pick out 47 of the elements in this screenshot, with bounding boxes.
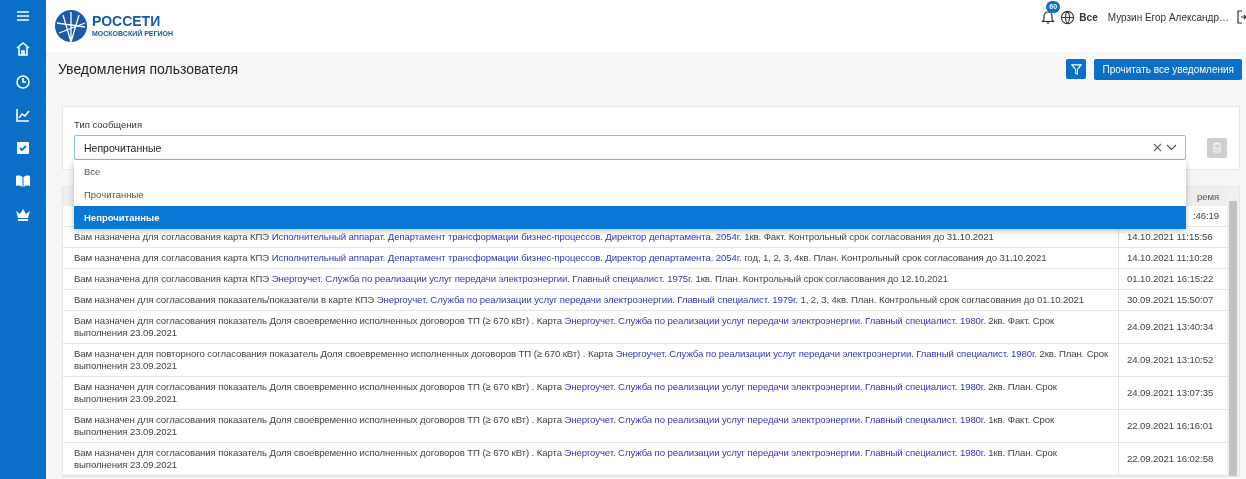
column-header[interactable]: ремя	[1196, 191, 1219, 202]
field-label: Тип сообщения	[74, 119, 143, 130]
card-link[interactable]: Энергоучет. Служба по реализации услуг передачи электроэнергии. Главный специалист. 1980г.	[564, 381, 986, 392]
brand-name: РОССЕТИ	[92, 14, 162, 29]
card-link[interactable]: Энергоучет. Служба по реализации услуг передачи электроэнергии. Главный специалист. 1975г.	[271, 273, 693, 284]
message-cell: Вам назначен для согласования показатель Доля своевременно исполненных договоров ТП (≥ 670 кВт) . Карта Энергоучет. Служба по реализации услуг передачи электроэнергии. Главный специалист. 1980г. 1кв. Факт. Срок выполнения 23.09.2021	[63, 409, 1119, 443]
message-cell: Вам назначена для согласования карта КПЭ Исполнительный аппарат. Департамент трансформации бизнес-процессов. Директор департамента. 2054г. 1кв. Факт. Контрольный срок согласования до 31.10.2021	[63, 226, 1119, 248]
logout-icon[interactable]	[1237, 10, 1246, 24]
filter-icon	[1070, 63, 1082, 75]
card-link[interactable]: Энергоучет. Служба по реализации услуг передачи электроэнергии. Главный специалист. 1979г.	[376, 294, 798, 305]
home-icon[interactable]	[15, 41, 31, 57]
filter-button[interactable]	[1066, 59, 1087, 79]
read-all-button[interactable]: Прочитать все уведомления	[1094, 58, 1242, 80]
message-cell: Вам назначен для согласования показатель Доля своевременно исполненных договоров ТП (≥ 670 кВт) . Карта Энергоучет. Служба по реализации услуг передачи электроэнергии. Главный специалист. 1980г. 1кв. План. Срок выполнения 23.09.2021	[63, 442, 1119, 476]
clear-icon[interactable]	[1153, 143, 1162, 152]
globe-icon[interactable]	[1060, 9, 1076, 25]
card-link[interactable]: Исполнительный аппарат. Департамент трансформации бизнес-процессов. Директор департамента. 2054г.	[271, 252, 742, 263]
card-link[interactable]: Энергоучет. Служба по реализации услуг передачи электроэнергии. Главный специалист. 1980г.	[564, 447, 986, 458]
dropdown-option[interactable]: Непрочитанные	[74, 206, 1186, 229]
clock-icon[interactable]	[15, 74, 31, 90]
book-icon[interactable]	[15, 173, 31, 189]
bell-icon[interactable]	[1040, 9, 1057, 25]
time-cell: :46:19	[1192, 210, 1219, 221]
dropdown-option[interactable]: Прочитанные	[74, 183, 1186, 206]
message-cell: Вам назначен для согласования показатель Доля своевременно исполненных договоров ТП (≥ 670 кВт) . Карта Энергоучет. Служба по реализации услуг передачи электроэнергии. Главный специалист. 1980г. 2кв. Факт. Срок выполнения 23.09.2021	[63, 310, 1119, 344]
scrollbar[interactable]	[1229, 201, 1237, 476]
message-cell: Вам назначена для согласования карта КПЭ Энергоучет. Служба по реализации услуг передачи электроэнергии. Главный специалист. 1975г. 1кв. План. Контрольный срок согласования до 12.10.2021	[63, 268, 1119, 290]
card-link[interactable]: Энергоучет. Служба по реализации услуг передачи электроэнергии. Главный специалист. 1980г.	[615, 348, 1037, 359]
message-type-select[interactable]: Непрочитанные	[74, 135, 1186, 160]
page-title: Уведомления пользователя	[58, 61, 240, 77]
card-link[interactable]: Энергоучет. Служба по реализации услуг передачи электроэнергии. Главный специалист. 1980г.	[564, 414, 986, 425]
message-cell: Вам назначен для согласования показатель Доля своевременно исполненных договоров ТП (≥ 670 кВт) . Карта Энергоучет. Служба по реализации услуг передачи электроэнергии. Главный специалист. 1980г. 2кв. План. Срок выполнения 23.09.2021	[63, 376, 1119, 410]
chart-icon[interactable]	[15, 107, 31, 123]
chevron-icon[interactable]	[1166, 144, 1177, 151]
menu-icon[interactable]	[15, 8, 31, 24]
checkbox-icon[interactable]	[15, 140, 31, 156]
region-selector[interactable]: Все	[1079, 11, 1098, 23]
message-type-input[interactable]: Непрочитанные	[75, 141, 1153, 154]
message-cell: Вам назначен для согласования показатель/показатели в карте КПЭ Энергоучет. Служба по реализации услуг передачи электроэнергии. Главный специалист. 1979г. 1, 2, 3, 4кв. План. Контрольный срок согласования до 01.10.2021	[63, 289, 1119, 311]
dropdown-option[interactable]: Все	[74, 160, 1186, 183]
card-link[interactable]: Энергоучет. Служба по реализации услуг передачи электроэнергии. Главный специалист. 1980г.	[564, 315, 986, 326]
logo-icon	[54, 9, 88, 43]
message-cell: Вам назначен для повторного согласования показатель Доля своевременно исполненных договоров ТП (≥ 670 кВт) . Карта Энергоучет. Служба по реализации услуг передачи электроэнергии. Главный специалист. 1980г. 2кв. План. Срок выполнения 23.09.2021	[63, 343, 1119, 377]
user-name[interactable]: Мурзин Егор Александр…	[1107, 11, 1229, 23]
message-cell: Вам назначена для согласования карта КПЭ Исполнительный аппарат. Департамент трансформации бизнес-процессов. Директор департамента. 2054г. год, 1, 2, 3, 4кв. План. Контрольный срок согласования до 31.10.2021	[63, 247, 1119, 269]
card-link[interactable]: Исполнительный аппарат. Департамент трансформации бизнес-процессов. Директор департамента. 2054г.	[271, 231, 742, 242]
trash-icon	[1212, 142, 1222, 153]
